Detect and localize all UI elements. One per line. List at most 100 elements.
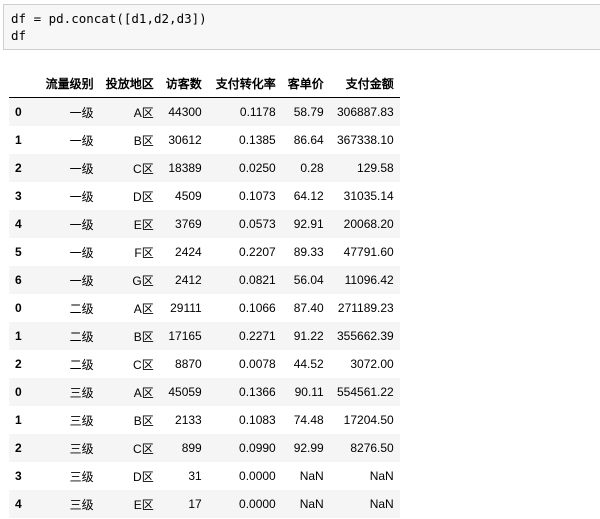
table-row: 0 三级 A区 45059 0.1366 90.11 554561.22 xyxy=(9,378,400,406)
cell-conversion-rate: 0.0000 xyxy=(239,469,276,483)
cell-region: F区 xyxy=(134,245,154,260)
table-row: 4 一级 E区 3769 0.0573 92.91 20068.20 xyxy=(9,210,400,238)
header-payment-amount: 支付金额 xyxy=(329,69,400,98)
cell-payment-amount: 367338.10 xyxy=(337,133,394,147)
cell-visitors: 18389 xyxy=(168,161,202,175)
cell-conversion-rate: 0.1073 xyxy=(239,189,276,203)
row-index: 1 xyxy=(15,329,22,343)
cell-conversion-rate: 0.0573 xyxy=(239,217,276,231)
cell-conversion-rate: 0.2207 xyxy=(239,245,276,259)
row-index: 0 xyxy=(15,385,22,399)
row-index: 0 xyxy=(15,301,22,315)
cell-visitors: 899 xyxy=(181,441,202,455)
cell-payment-amount: 31035.14 xyxy=(343,189,394,203)
cell-visitors: 2412 xyxy=(175,273,202,287)
table-row: 2 一级 C区 18389 0.0250 0.28 129.58 xyxy=(9,154,400,182)
row-index: 2 xyxy=(15,357,22,371)
row-index: 3 xyxy=(15,189,22,203)
code-input-cell[interactable]: df = pd.concat([d1,d2,d3]) df xyxy=(3,4,600,50)
cell-payment-amount: 306887.83 xyxy=(337,105,394,119)
cell-region: A区 xyxy=(133,105,154,120)
dataframe-table: 流量级别 投放地区 访客数 支付转化率 客单价 支付金额 0 一级 A区 44300 0… xyxy=(9,69,400,518)
cell-unit-price: 86.64 xyxy=(293,133,324,147)
cell-unit-price: 0.28 xyxy=(300,161,324,175)
row-index: 1 xyxy=(15,413,22,427)
cell-traffic-level: 三级 xyxy=(69,469,94,484)
cell-conversion-rate: 0.0078 xyxy=(239,357,276,371)
cell-visitors: 17 xyxy=(188,497,202,511)
cell-traffic-level: 一级 xyxy=(69,217,94,232)
cell-traffic-level: 二级 xyxy=(69,301,94,316)
cell-visitors: 8870 xyxy=(175,357,202,371)
cell-region: A区 xyxy=(133,385,154,400)
header-visitors: 访客数 xyxy=(159,69,208,98)
cell-traffic-level: 三级 xyxy=(69,413,94,428)
row-index: 4 xyxy=(15,217,22,231)
cell-traffic-level: 一级 xyxy=(69,245,94,260)
header-region: 投放地区 xyxy=(99,69,160,98)
cell-region: C区 xyxy=(133,161,154,176)
cell-traffic-level: 二级 xyxy=(69,357,94,372)
cell-payment-amount: 3072.00 xyxy=(350,357,394,371)
row-index: 3 xyxy=(15,469,22,483)
table-row: 5 一级 F区 2424 0.2207 89.33 47791.60 xyxy=(9,238,400,266)
cell-traffic-level: 一级 xyxy=(69,161,94,176)
row-index: 2 xyxy=(15,161,22,175)
cell-visitors: 44300 xyxy=(168,105,202,119)
cell-conversion-rate: 0.0250 xyxy=(239,161,276,175)
cell-visitors: 17165 xyxy=(168,329,202,343)
cell-region: E区 xyxy=(133,217,154,232)
table-body: 0 一级 A区 44300 0.1178 58.79 306887.83 1 一级 B区 30612… xyxy=(9,97,400,518)
cell-visitors: 3769 xyxy=(175,217,202,231)
cell-traffic-level: 一级 xyxy=(69,133,94,148)
cell-payment-amount: NaN xyxy=(369,469,394,483)
cell-payment-amount: 355662.39 xyxy=(337,329,394,343)
cell-traffic-level: 三级 xyxy=(69,441,94,456)
cell-conversion-rate: 0.1083 xyxy=(239,413,276,427)
cell-unit-price: 92.91 xyxy=(293,217,324,231)
cell-conversion-rate: 0.2271 xyxy=(239,329,276,343)
cell-payment-amount: NaN xyxy=(369,497,394,511)
cell-conversion-rate: 0.1178 xyxy=(239,105,276,119)
table-row: 6 一级 G区 2412 0.0821 56.04 11096.42 xyxy=(9,266,400,294)
cell-unit-price: NaN xyxy=(299,497,324,511)
cell-visitors: 45059 xyxy=(168,385,202,399)
cell-conversion-rate: 0.0821 xyxy=(239,273,276,287)
output-area: 流量级别 投放地区 访客数 支付转化率 客单价 支付金额 0 一级 A区 44300 0… xyxy=(9,69,400,518)
table-row: 0 二级 A区 29111 0.1066 87.40 271189.23 xyxy=(9,294,400,322)
cell-unit-price: 90.11 xyxy=(294,385,324,399)
cell-visitors: 30612 xyxy=(168,133,202,147)
cell-traffic-level: 一级 xyxy=(69,273,94,288)
cell-visitors: 2424 xyxy=(175,245,202,259)
cell-unit-price: 87.40 xyxy=(293,301,324,315)
table-row: 2 二级 C区 8870 0.0078 44.52 3072.00 xyxy=(9,350,400,378)
cell-payment-amount: 17204.50 xyxy=(343,413,394,427)
header-row: 流量级别 投放地区 访客数 支付转化率 客单价 支付金额 xyxy=(9,69,400,98)
row-index: 6 xyxy=(15,273,22,287)
cell-region: C区 xyxy=(133,441,154,456)
header-unit-price: 客单价 xyxy=(281,69,330,98)
cell-unit-price: 74.48 xyxy=(293,413,324,427)
cell-payment-amount: 47791.60 xyxy=(343,245,394,259)
cell-traffic-level: 一级 xyxy=(69,189,94,204)
cell-payment-amount: 8276.50 xyxy=(350,441,394,455)
cell-conversion-rate: 0.0000 xyxy=(239,497,276,511)
cell-region: C区 xyxy=(133,357,154,372)
table-row: 4 三级 E区 17 0.0000 NaN NaN xyxy=(9,490,400,518)
table-row: 0 一级 A区 44300 0.1178 58.79 306887.83 xyxy=(9,97,400,126)
cell-conversion-rate: 0.1066 xyxy=(239,301,276,315)
cell-payment-amount: 11096.42 xyxy=(344,273,394,287)
cell-traffic-level: 二级 xyxy=(69,329,94,344)
table-row: 1 三级 B区 2133 0.1083 74.48 17204.50 xyxy=(9,406,400,434)
cell-region: D区 xyxy=(133,469,154,484)
table-row: 3 一级 D区 4509 0.1073 64.12 31035.14 xyxy=(9,182,400,210)
cell-unit-price: 92.99 xyxy=(293,441,324,455)
row-index: 5 xyxy=(15,245,22,259)
table-row: 1 二级 B区 17165 0.2271 91.22 355662.39 xyxy=(9,322,400,350)
cell-traffic-level: 一级 xyxy=(69,105,94,120)
header-traffic-level: 流量级别 xyxy=(35,69,100,98)
cell-unit-price: 64.12 xyxy=(293,189,324,203)
cell-unit-price: 44.52 xyxy=(293,357,324,371)
row-index: 2 xyxy=(15,441,22,455)
cell-region: D区 xyxy=(133,189,154,204)
